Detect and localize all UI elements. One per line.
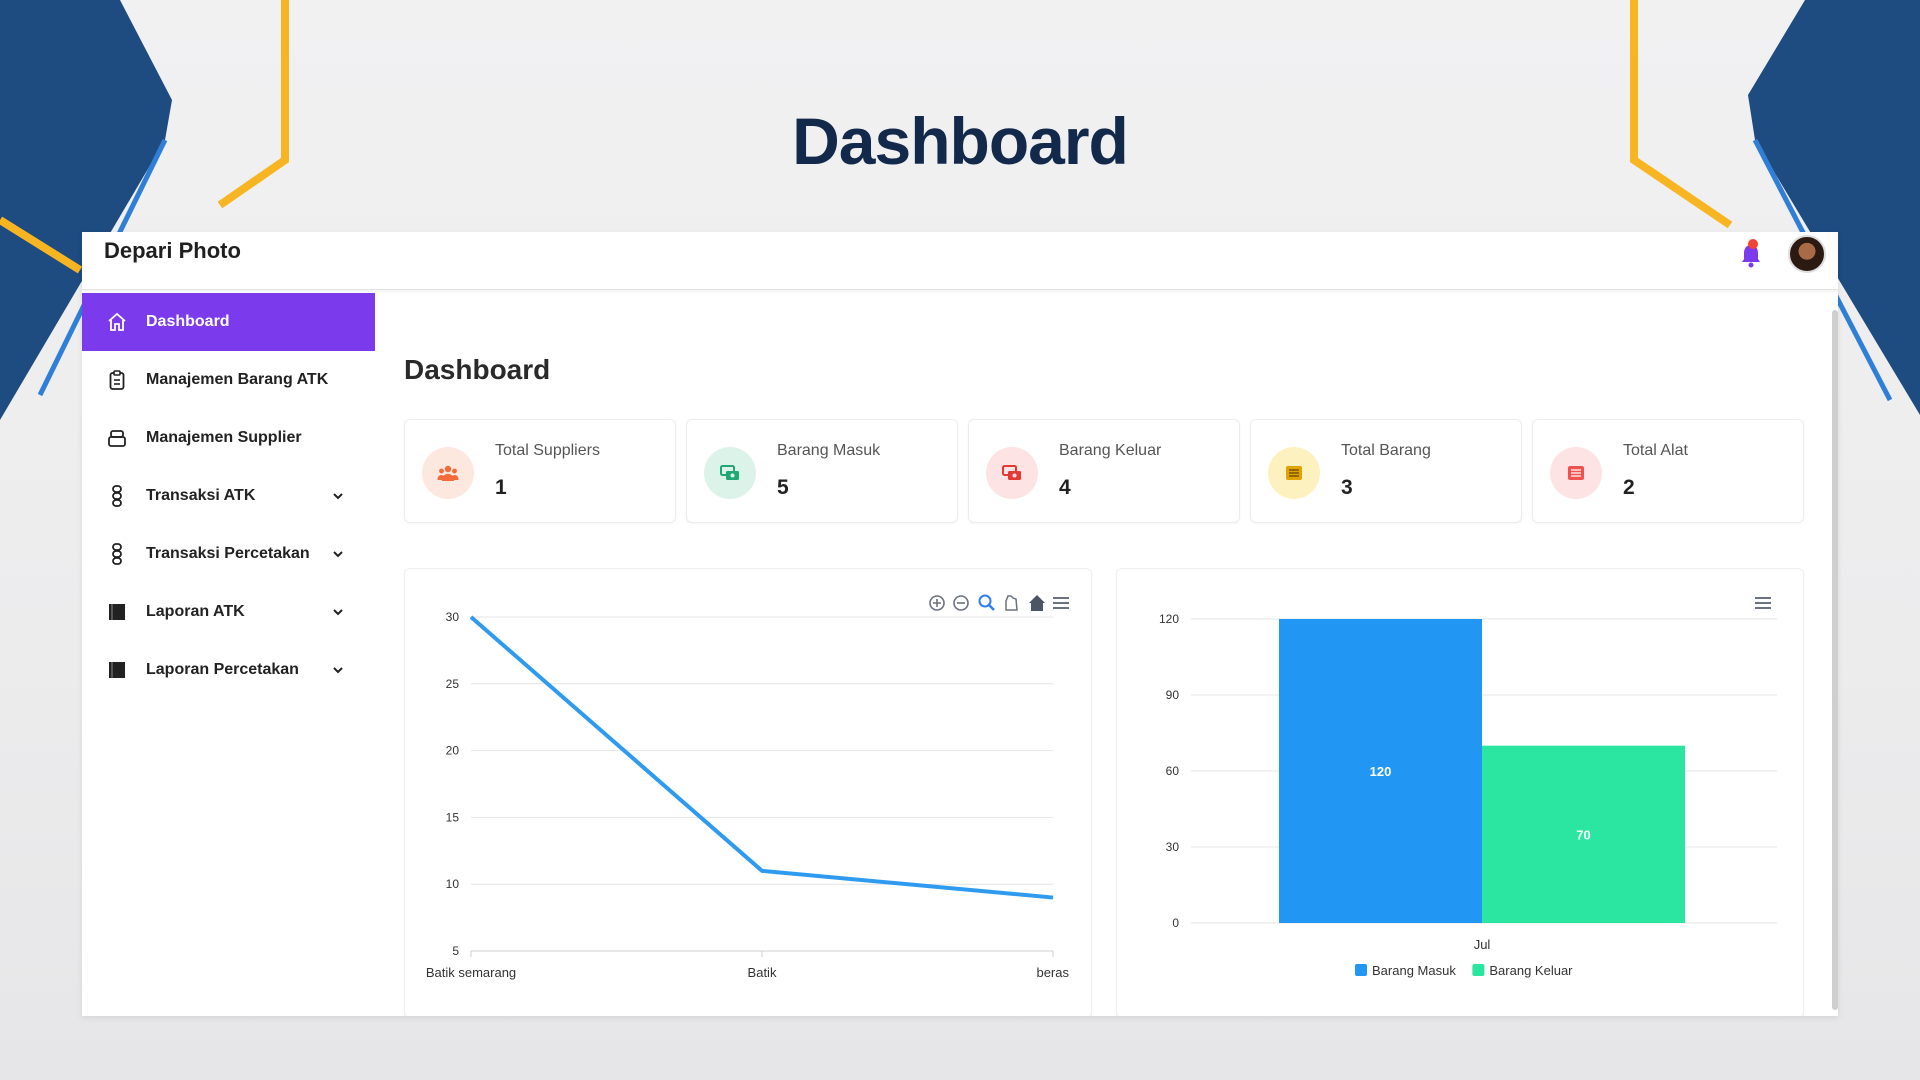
- cash-out-icon: [986, 447, 1038, 499]
- card-value: 2: [1623, 476, 1635, 499]
- sidebar-item-laporan-atk[interactable]: Laporan ATK: [82, 583, 375, 641]
- data-label: 70: [1576, 827, 1590, 842]
- stat-card-total-alat: Total Alat 2: [1532, 419, 1804, 523]
- data-label: 120: [1370, 764, 1392, 779]
- slide-title: Dashboard: [792, 104, 1129, 178]
- brand-name: Depari Photo: [104, 238, 241, 263]
- user-avatar[interactable]: [1788, 235, 1826, 273]
- card-value: 1: [495, 476, 507, 499]
- line-chart: 5 10 15 20 25 30 Batik semarang Batik beras: [426, 594, 1069, 980]
- transaction-icon: [106, 543, 128, 565]
- box-icon: [106, 427, 128, 449]
- sidebar-item-transaksi-atk[interactable]: Transaksi ATK: [82, 467, 375, 525]
- zoom-in-icon[interactable]: [929, 595, 945, 611]
- pan-hand-icon[interactable]: [1005, 595, 1018, 611]
- x-tick-label: Jul: [1474, 937, 1491, 952]
- book-icon: [106, 659, 128, 681]
- y-tick-label: 10: [446, 877, 460, 891]
- card-label: Barang Masuk: [777, 442, 881, 459]
- home-icon: [106, 311, 128, 333]
- list-icon: [1550, 447, 1602, 499]
- users-icon: [422, 447, 474, 499]
- menu-icon[interactable]: [1053, 597, 1069, 609]
- y-tick-label: 20: [446, 744, 460, 758]
- card-value: 4: [1059, 476, 1071, 499]
- menu-icon[interactable]: [1755, 597, 1771, 609]
- y-tick-label: 90: [1166, 688, 1180, 702]
- book-icon: [106, 601, 128, 623]
- card-label: Total Barang: [1341, 442, 1431, 459]
- clipboard-icon: [106, 369, 128, 391]
- stat-card-barang-masuk: Barang Masuk 5: [686, 419, 958, 523]
- list-icon: [1268, 447, 1320, 499]
- legend-swatch: [1355, 964, 1367, 976]
- card-label: Total Suppliers: [495, 442, 600, 459]
- y-tick-label: 15: [446, 810, 460, 824]
- sidebar-item-laporan-percetakan[interactable]: Laporan Percetakan: [82, 641, 375, 699]
- legend-label: Barang Masuk: [1372, 963, 1456, 978]
- x-tick-label: Batik: [748, 965, 777, 980]
- transaction-icon: [106, 485, 128, 507]
- chevron-down-icon: [333, 551, 343, 558]
- page-title: Dashboard: [404, 354, 551, 385]
- sidebar-item-label: Transaksi ATK: [146, 487, 256, 504]
- chevron-down-icon: [333, 493, 343, 500]
- y-tick-label: 25: [446, 677, 460, 691]
- sidebar-item-manajemen-barang-atk[interactable]: Manajemen Barang ATK: [82, 351, 375, 409]
- legend-label: Barang Keluar: [1489, 963, 1573, 978]
- y-tick-label: 5: [452, 944, 459, 958]
- x-tick-label: beras: [1036, 965, 1069, 980]
- cash-in-icon: [704, 447, 756, 499]
- y-tick-label: 30: [1166, 840, 1180, 854]
- sidebar-item-label: Dashboard: [146, 313, 230, 330]
- y-tick-label: 120: [1159, 612, 1179, 626]
- stat-card-total-barang: Total Barang 3: [1250, 419, 1522, 523]
- card-value: 3: [1341, 476, 1353, 499]
- notification-badge: [1748, 239, 1758, 249]
- line-chart-panel: 5 10 15 20 25 30 Batik semarang Batik beras: [404, 568, 1092, 1016]
- stat-card-barang-keluar: Barang Keluar 4: [968, 419, 1240, 523]
- line-series: [469, 615, 1054, 900]
- sidebar-item-label: Laporan ATK: [146, 603, 245, 620]
- chevron-down-icon: [333, 609, 343, 616]
- scrollbar[interactable]: [1832, 310, 1838, 1010]
- chevron-down-icon: [333, 667, 343, 674]
- top-bar: Depari Photo: [82, 232, 1838, 290]
- sidebar-item-label: Manajemen Supplier: [146, 429, 302, 446]
- app-window: Depari Photo Dashboard Manajemen Barang …: [82, 232, 1838, 1016]
- home-icon[interactable]: [1029, 595, 1045, 611]
- card-label: Total Alat: [1623, 442, 1688, 459]
- sidebar-item-dashboard[interactable]: Dashboard: [82, 293, 375, 351]
- sidebar: Dashboard Manajemen Barang ATK Manajemen…: [82, 293, 375, 1016]
- sidebar-item-transaksi-percetakan[interactable]: Transaksi Percetakan: [82, 525, 375, 583]
- bar-chart-panel: 0 30 60 90 120 120 70 Jul Barang Masuk Barang Kel…: [1116, 568, 1804, 1016]
- zoom-out-icon[interactable]: [953, 595, 969, 611]
- card-value: 5: [777, 476, 789, 499]
- y-tick-label: 0: [1172, 916, 1179, 930]
- stat-card-total-suppliers: Total Suppliers 1: [404, 419, 676, 523]
- legend-swatch: [1472, 964, 1485, 976]
- sidebar-item-label: Transaksi Percetakan: [146, 545, 310, 562]
- y-tick-label: 60: [1166, 764, 1180, 778]
- sidebar-item-label: Laporan Percetakan: [146, 661, 299, 678]
- sidebar-item-manajemen-supplier[interactable]: Manajemen Supplier: [82, 409, 375, 467]
- y-tick-label: 30: [446, 610, 460, 624]
- bar-chart: 0 30 60 90 120 120 70 Jul Barang Masuk Barang Kel…: [1159, 597, 1777, 978]
- x-tick-label: Batik semarang: [426, 965, 516, 980]
- card-label: Barang Keluar: [1059, 442, 1162, 459]
- sidebar-item-label: Manajemen Barang ATK: [146, 371, 329, 388]
- magnifier-icon[interactable]: [978, 594, 995, 611]
